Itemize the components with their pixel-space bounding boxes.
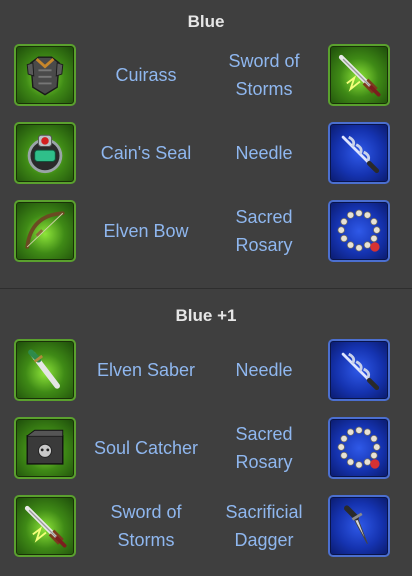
item-pair-row: Cuirass Sword of Storms — [0, 44, 412, 114]
needle-icon[interactable] — [328, 122, 390, 184]
item-label[interactable]: Cain's Seal — [82, 122, 210, 184]
item-label[interactable]: Needle — [206, 122, 322, 184]
elven-saber-icon[interactable] — [14, 339, 76, 401]
item-pair-row: Elven Bow Sacred Rosary — [0, 200, 412, 270]
section-blue: Blue Cuirass Sword of Storms Cain's Seal… — [0, 0, 412, 288]
sacrificial-dagger-icon[interactable] — [328, 495, 390, 557]
section-title: Blue — [187, 12, 225, 31]
section-title: Blue +1 — [175, 306, 237, 325]
item-pair-row: Sword of Storms Sacrificial Dagger — [0, 495, 412, 565]
sacred-rosary-icon[interactable] — [328, 200, 390, 262]
item-label[interactable]: Needle — [206, 339, 322, 401]
item-label[interactable]: Soul Catcher — [82, 417, 210, 479]
item-label[interactable]: Sacred Rosary — [206, 417, 322, 479]
sword-of-storms-icon[interactable] — [14, 495, 76, 557]
item-label[interactable]: Elven Saber — [82, 339, 210, 401]
cains-seal-icon[interactable] — [14, 122, 76, 184]
item-label[interactable]: Sword of Storms — [82, 495, 210, 557]
needle-icon[interactable] — [328, 339, 390, 401]
item-label[interactable]: Sacrificial Dagger — [206, 495, 322, 557]
sacred-rosary-icon[interactable] — [328, 417, 390, 479]
item-label[interactable]: Sword of Storms — [206, 44, 322, 106]
item-label[interactable]: Sacred Rosary — [206, 200, 322, 262]
soul-catcher-icon[interactable] — [14, 417, 76, 479]
item-pair-row: Soul Catcher Sacred Rosary — [0, 417, 412, 487]
item-pair-row: Elven Saber Needle — [0, 339, 412, 409]
sword-of-storms-icon[interactable] — [328, 44, 390, 106]
item-label[interactable]: Elven Bow — [82, 200, 210, 262]
item-pair-row: Cain's Seal Needle — [0, 122, 412, 192]
cuirass-icon[interactable] — [14, 44, 76, 106]
section-blue-plus-1: Blue +1 Elven Saber Needle Soul Catcher … — [0, 288, 412, 576]
elven-bow-icon[interactable] — [14, 200, 76, 262]
item-label[interactable]: Cuirass — [82, 44, 210, 106]
